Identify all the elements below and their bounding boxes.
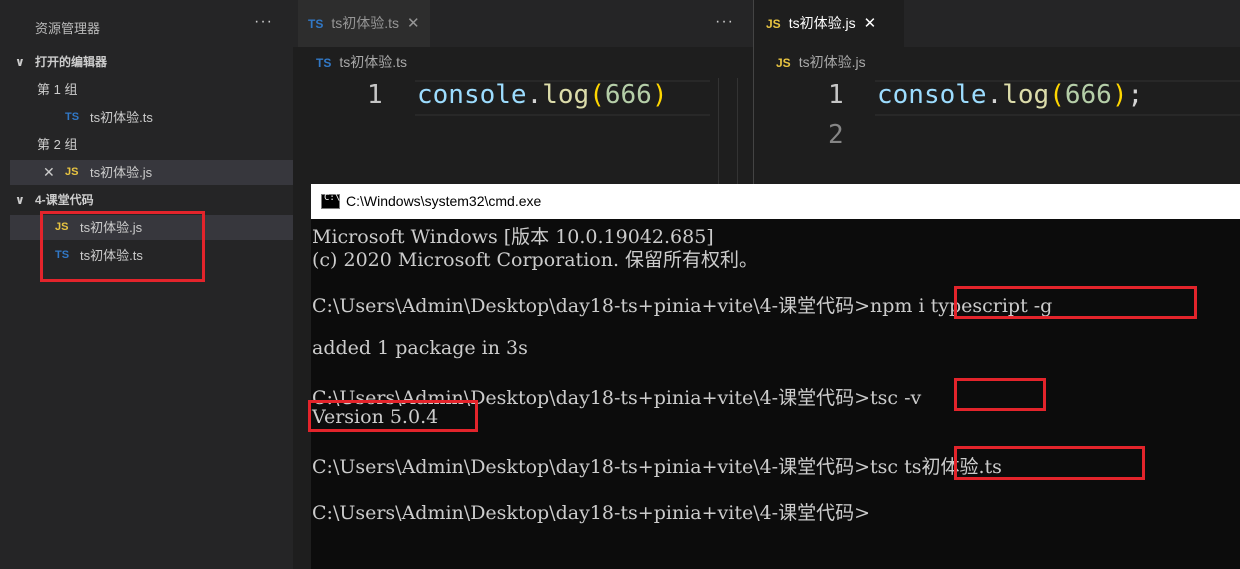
line-number: 1 [828, 80, 844, 110]
javascript-file-icon: JS [65, 166, 79, 178]
cmd-app-icon: C:\ [321, 193, 340, 209]
code-line[interactable]: console.log(666); [877, 80, 1143, 110]
tab-ts[interactable]: TS ts初体验.ts ✕ [298, 0, 430, 47]
left-tab-bar: TS ts初体验.ts ✕ ··· [293, 0, 753, 47]
tab-label: ts初体验.ts [331, 15, 400, 31]
explorer-more-icon[interactable]: ··· [254, 13, 273, 31]
scrollbar-edge [737, 78, 738, 184]
cmd-title-bar[interactable]: C:\ C:\Windows\system32\cmd.exe [311, 184, 1240, 219]
highlight-box-files [40, 211, 205, 282]
breadcrumb-label: ts初体验.ts [339, 54, 408, 70]
terminal-line: added 1 package in 3s [312, 337, 528, 359]
breadcrumb-right[interactable]: JS ts初体验.js [776, 52, 866, 72]
close-icon[interactable]: ✕ [864, 15, 877, 32]
explorer-sidebar: 资源管理器 ··· ∨ 打开的编辑器 第 1 组 TS ts初体验.ts 第 2… [0, 0, 293, 569]
terminal-line: (c) 2020 Microsoft Corporation. 保留所有权利。 [312, 249, 759, 271]
right-tab-bar: JS ts初体验.js ✕ [754, 0, 1240, 47]
typescript-file-icon: TS [308, 17, 324, 31]
group-1-label: 第 1 组 [37, 82, 78, 97]
highlight-box-tsc-compile [954, 446, 1145, 480]
terminal-line: C:\Users\Admin\Desktop\day18-ts+pinia+vi… [312, 456, 1002, 478]
folder-label: 4-课堂代码 [35, 193, 94, 207]
explorer-title: 资源管理器 [35, 21, 101, 36]
open-editor-item-ts[interactable]: TS ts初体验.ts [10, 105, 293, 130]
cmd-title: C:\Windows\system32\cmd.exe [346, 193, 542, 209]
chevron-down-icon[interactable]: ∨ [15, 188, 25, 213]
code-line[interactable]: console.log(666) [417, 80, 667, 110]
highlight-box-npm-install [954, 286, 1197, 319]
open-editors-label: 打开的编辑器 [35, 55, 108, 69]
tab-js[interactable]: JS ts初体验.js ✕ [754, 0, 904, 47]
left-editor-more-icon[interactable]: ··· [715, 13, 734, 31]
cmd-window[interactable]: C:\ C:\Windows\system32\cmd.exe Microsof… [308, 184, 1240, 569]
terminal-line: C:\Users\Admin\Desktop\day18-ts+pinia+vi… [312, 295, 1053, 317]
line-number: 2 [828, 120, 844, 150]
breadcrumb-left[interactable]: TS ts初体验.ts [316, 52, 407, 72]
javascript-file-icon: JS [766, 17, 781, 31]
group-2-label: 第 2 组 [37, 137, 78, 152]
minimap-edge [718, 78, 719, 184]
open-editor-item-label: ts初体验.js [90, 165, 153, 180]
typescript-file-icon: TS [316, 56, 332, 70]
highlight-box-version-output [308, 400, 478, 432]
group-1-header[interactable]: 第 1 组 [10, 77, 293, 102]
tab-label: ts初体验.js [788, 15, 856, 31]
close-icon[interactable]: ✕ [407, 15, 420, 32]
open-editor-item-js[interactable]: ✕ JS ts初体验.js [10, 160, 293, 185]
line-number: 1 [367, 80, 383, 110]
javascript-file-icon: JS [776, 56, 791, 70]
chevron-down-icon[interactable]: ∨ [15, 50, 25, 75]
typescript-file-icon: TS [65, 111, 80, 123]
terminal-line: C:\Users\Admin\Desktop\day18-ts+pinia+vi… [312, 502, 871, 524]
breadcrumb-label: ts初体验.js [798, 54, 866, 70]
folder-section[interactable]: ∨ 4-课堂代码 [10, 188, 293, 213]
open-editors-section[interactable]: ∨ 打开的编辑器 [10, 50, 293, 75]
group-2-header[interactable]: 第 2 组 [10, 132, 293, 157]
close-icon[interactable]: ✕ [43, 160, 55, 185]
open-editor-item-label: ts初体验.ts [90, 110, 153, 125]
highlight-box-tsc-version-cmd [954, 378, 1046, 411]
